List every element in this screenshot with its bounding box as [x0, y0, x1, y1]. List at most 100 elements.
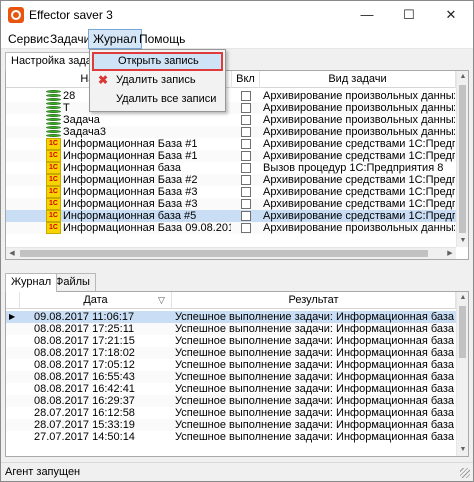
current-row-indicator-icon: ▶ — [9, 312, 16, 321]
log-row[interactable]: 08.08.2017 16:29:37 Успешное выполнение з… — [6, 395, 456, 407]
task-row[interactable]: 1C Информационная База #2 Архивирование ср… — [6, 174, 456, 186]
task-row[interactable]: 1C Информационная База #3 Архивирование ср… — [6, 186, 456, 198]
tasks-horizontal-scrollbar[interactable]: ◀ ▶ — [6, 247, 456, 259]
log-row[interactable]: 28.07.2017 16:12:58 Успешное выполнение з… — [6, 407, 456, 419]
tab-journal[interactable]: Журнал — [5, 273, 58, 292]
menu-item-label: Открыть запись — [118, 55, 199, 67]
log-row[interactable]: 08.08.2017 16:55:43 Успешное выполнение з… — [6, 371, 456, 383]
menu-bar: Сервис Задачи Журнал Помощь — [1, 29, 473, 49]
menu-item-label: Удалить запись — [116, 74, 196, 86]
tasks-panel: Наименование Вкл Вид задачи 28Архивирова… — [5, 70, 469, 260]
task-enabled-checkbox[interactable] — [241, 103, 251, 113]
minimize-button[interactable]: — — [347, 1, 387, 29]
column-header-task-type[interactable]: Вид задачи — [260, 71, 456, 88]
task-type: Архивирование средствами 1С:Предприятия — [263, 186, 455, 198]
tasks-vertical-scrollbar[interactable]: ▲ ▼ — [456, 71, 468, 247]
task-name: Информационная база — [63, 162, 181, 174]
log-date: 28.07.2017 16:12:58 — [34, 407, 135, 419]
menu-delete-record[interactable]: ✖ Удалить запись — [92, 71, 223, 90]
task-type: Архивирование средствами 1С:Предприятия — [263, 150, 455, 162]
scroll-up-arrow-icon[interactable]: ▲ — [457, 292, 468, 304]
log-result: Успешное выполнение задачи: Информационн… — [175, 359, 455, 371]
task-enabled-checkbox[interactable] — [241, 223, 251, 233]
menu-help[interactable]: Помощь — [135, 29, 189, 49]
log-date: 08.08.2017 17:18:02 — [34, 347, 135, 359]
scroll-right-arrow-icon[interactable]: ▶ — [444, 248, 456, 259]
log-row[interactable]: 08.08.2017 17:25:11 Успешное выполнение з… — [6, 323, 456, 335]
log-panel: Дата ▽ Результат ▶ 09.08.2017 11:06:17 Усп… — [5, 291, 469, 457]
1c-icon: 1C — [46, 210, 61, 222]
title-bar: Effector saver 3 — ☐ ✕ — [1, 1, 473, 29]
task-row[interactable]: 1C Информационная База 09.08.2017 Архивиро… — [6, 222, 456, 234]
menu-journal[interactable]: Журнал — [88, 29, 142, 49]
task-row[interactable]: 1C Информационная база #5 Архивирование ср… — [6, 210, 456, 222]
task-enabled-checkbox[interactable] — [241, 187, 251, 197]
task-name: Информационная База #2 — [63, 174, 198, 186]
task-enabled-checkbox[interactable] — [241, 91, 251, 101]
task-enabled-checkbox[interactable] — [241, 163, 251, 173]
task-row[interactable]: 1C Информационная База #3 Архивирование ср… — [6, 198, 456, 210]
maximize-button[interactable]: ☐ — [389, 1, 429, 29]
scroll-down-arrow-icon[interactable]: ▼ — [457, 235, 468, 247]
1c-icon: 1C — [46, 198, 61, 210]
log-grid-header: Дата ▽ Результат — [6, 292, 456, 309]
menu-item-label: Удалить все записи — [116, 93, 217, 105]
tasks-vscroll-thumb[interactable] — [459, 85, 466, 233]
tasks-grid-header: Наименование Вкл Вид задачи — [6, 71, 456, 88]
task-type: Архивирование произвольных данных — [263, 90, 455, 102]
task-enabled-checkbox[interactable] — [241, 211, 251, 221]
task-enabled-checkbox[interactable] — [241, 199, 251, 209]
log-row[interactable]: 28.07.2017 15:33:19 Успешное выполнение з… — [6, 419, 456, 431]
task-enabled-checkbox[interactable] — [241, 175, 251, 185]
log-row[interactable]: ▶ 09.08.2017 11:06:17 Успешное выполнение … — [6, 311, 456, 323]
resize-grip-icon[interactable] — [460, 468, 470, 478]
task-row[interactable]: 1C Информационная База #1 Архивирование ср… — [6, 150, 456, 162]
log-row[interactable]: 08.08.2017 16:42:41 Успешное выполнение з… — [6, 383, 456, 395]
scroll-left-arrow-icon[interactable]: ◀ — [6, 248, 18, 259]
log-date: 09.08.2017 11:06:17 — [34, 311, 135, 323]
task-type: Архивирование произвольных данных — [263, 114, 455, 126]
column-header-enabled[interactable]: Вкл — [232, 71, 260, 88]
app-window: Effector saver 3 — ☐ ✕ Сервис Задачи Жур… — [0, 0, 474, 482]
log-vertical-scrollbar[interactable]: ▲ ▼ — [456, 292, 468, 456]
delete-x-icon: ✖ — [98, 73, 109, 87]
log-row[interactable]: 08.08.2017 17:21:15 Успешное выполнение з… — [6, 335, 456, 347]
task-enabled-checkbox[interactable] — [241, 151, 251, 161]
log-result: Успешное выполнение задачи: Информационн… — [175, 323, 455, 335]
task-row[interactable]: Задача Архивирование произвольных данных — [6, 114, 456, 126]
panel-splitter[interactable] — [5, 263, 469, 269]
menu-delete-all-records[interactable]: Удалить все записи — [92, 90, 223, 109]
log-result: Успешное выполнение задачи: Информационн… — [175, 311, 455, 323]
database-icon — [46, 102, 61, 114]
task-enabled-checkbox[interactable] — [241, 139, 251, 149]
tasks-hscroll-thumb[interactable] — [20, 250, 428, 257]
task-name: Задача3 — [63, 126, 107, 138]
menu-open-record[interactable]: Открыть запись — [92, 52, 223, 71]
task-tabstrip: Настройка задач — [2, 52, 472, 71]
task-row[interactable]: 1C Информационная База #1 Архивирование ср… — [6, 138, 456, 150]
column-header-result[interactable]: Результат — [172, 292, 456, 309]
journal-dropdown-menu: Открыть запись ✖ Удалить запись Удалить … — [89, 49, 226, 112]
task-enabled-checkbox[interactable] — [241, 127, 251, 137]
app-logo-icon — [8, 7, 24, 23]
log-row[interactable]: 27.07.2017 14:50:14 Успешное выполнение з… — [6, 431, 456, 443]
task-row[interactable]: Т Архивирование произвольных данных — [6, 102, 456, 114]
close-button[interactable]: ✕ — [431, 1, 471, 29]
log-row[interactable]: 08.08.2017 17:05:12 Успешное выполнение з… — [6, 359, 456, 371]
log-vscroll-thumb[interactable] — [459, 306, 466, 358]
log-result: Успешное выполнение задачи: Информационн… — [175, 431, 455, 443]
log-result: Успешное выполнение задачи: Информационн… — [175, 419, 455, 431]
task-row[interactable]: 1C Информационная база Вызов процедур 1С:П… — [6, 162, 456, 174]
log-date: 28.07.2017 15:33:19 — [34, 419, 135, 431]
log-row[interactable]: 08.08.2017 17:18:02 Успешное выполнение з… — [6, 347, 456, 359]
task-row[interactable]: 28 Архивирование произвольных данных — [6, 90, 456, 102]
scroll-down-arrow-icon[interactable]: ▼ — [457, 444, 468, 456]
task-row[interactable]: Задача3 Архивирование произвольных данных — [6, 126, 456, 138]
row-indicator-header — [6, 292, 20, 309]
column-header-date[interactable]: Дата — [20, 292, 172, 309]
task-enabled-checkbox[interactable] — [241, 115, 251, 125]
scroll-up-arrow-icon[interactable]: ▲ — [457, 71, 468, 83]
log-date: 08.08.2017 17:05:12 — [34, 359, 135, 371]
window-title: Effector saver 3 — [29, 8, 113, 22]
sort-desc-icon[interactable]: ▽ — [158, 295, 165, 306]
